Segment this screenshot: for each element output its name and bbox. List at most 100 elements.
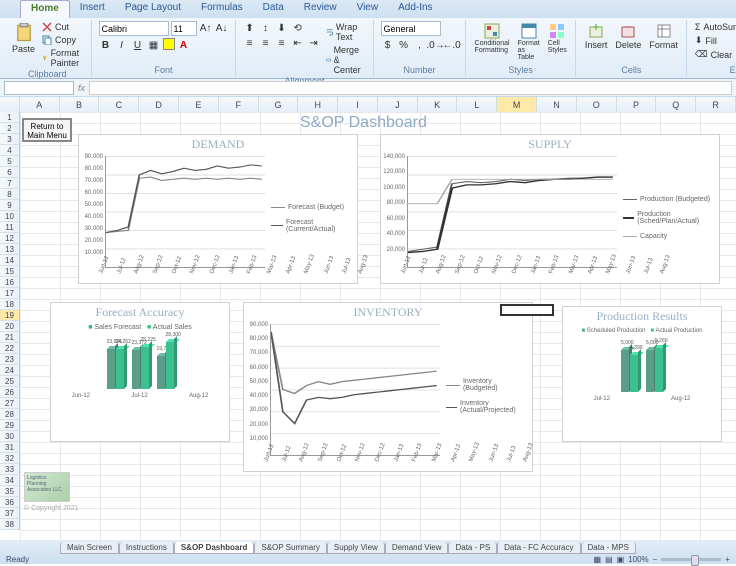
align-center-button[interactable]: ≡ [259, 36, 273, 50]
row-header-2[interactable]: 2 [0, 123, 20, 134]
align-bottom-button[interactable]: ⬇ [275, 21, 289, 35]
zoom-slider[interactable] [661, 558, 721, 561]
col-header-R[interactable]: R [696, 97, 736, 112]
merge-center-button[interactable]: Merge & Center [325, 44, 367, 76]
align-left-button[interactable]: ≡ [243, 36, 257, 50]
col-header-F[interactable]: F [219, 97, 259, 112]
underline-button[interactable]: U [131, 38, 145, 52]
zoom-in-button[interactable]: + [725, 555, 730, 564]
row-header-14[interactable]: 14 [0, 255, 20, 266]
autosum-button[interactable]: Σ AutoSum [694, 21, 736, 33]
align-top-button[interactable]: ⬆ [243, 21, 257, 35]
col-header-C[interactable]: C [99, 97, 139, 112]
indent-inc-button[interactable]: ⇥ [307, 36, 321, 50]
row-header-32[interactable]: 32 [0, 453, 20, 464]
selected-cell[interactable] [500, 304, 554, 316]
sheet-tab-data---fc-accuracy[interactable]: Data - FC Accuracy [497, 542, 580, 554]
row-header-21[interactable]: 21 [0, 332, 20, 343]
sheet-tab-main-screen[interactable]: Main Screen [60, 542, 119, 554]
indent-dec-button[interactable]: ⇤ [291, 36, 305, 50]
view-normal-button[interactable]: ▦ [594, 555, 602, 564]
row-header-36[interactable]: 36 [0, 497, 20, 508]
tab-insert[interactable]: Insert [70, 0, 115, 18]
tab-data[interactable]: Data [253, 0, 294, 18]
return-button[interactable]: Return to Main Menu [22, 118, 72, 142]
col-header-P[interactable]: P [617, 97, 657, 112]
col-header-E[interactable]: E [179, 97, 219, 112]
row-header-38[interactable]: 38 [0, 519, 20, 530]
row-header-10[interactable]: 10 [0, 211, 20, 222]
format-table-button[interactable]: Format as Table [516, 21, 542, 63]
sheet-tab-data---ps[interactable]: Data - PS [448, 542, 497, 554]
row-header-37[interactable]: 37 [0, 508, 20, 519]
paste-button[interactable]: Paste [10, 21, 37, 56]
fill-color-button[interactable] [163, 38, 175, 50]
sheet-tab-demand-view[interactable]: Demand View [385, 542, 449, 554]
row-header-1[interactable]: 1 [0, 112, 20, 123]
row-header-11[interactable]: 11 [0, 222, 20, 233]
col-header-A[interactable]: A [20, 97, 60, 112]
number-format-select[interactable] [381, 21, 441, 36]
tab-page-layout[interactable]: Page Layout [115, 0, 191, 18]
row-header-18[interactable]: 18 [0, 299, 20, 310]
row-header-15[interactable]: 15 [0, 266, 20, 277]
format-cells-button[interactable]: Format [647, 21, 680, 52]
insert-cells-button[interactable]: Insert [583, 21, 610, 52]
row-header-24[interactable]: 24 [0, 365, 20, 376]
row-header-27[interactable]: 27 [0, 398, 20, 409]
currency-button[interactable]: $ [381, 38, 395, 52]
forecast-accuracy-chart[interactable]: Forecast Accuracy ■ Sales Forecast ■ Act… [50, 302, 230, 442]
row-header-4[interactable]: 4 [0, 145, 20, 156]
format-painter-button[interactable]: Format Painter [41, 47, 85, 69]
row-header-7[interactable]: 7 [0, 178, 20, 189]
worksheet[interactable]: Return to Main Menu S&OP Dashboard DEMAN… [20, 112, 736, 540]
sheet-tab-s-op-summary[interactable]: S&OP Summary [254, 542, 327, 554]
row-header-33[interactable]: 33 [0, 464, 20, 475]
row-header-12[interactable]: 12 [0, 233, 20, 244]
row-header-3[interactable]: 3 [0, 134, 20, 145]
cut-button[interactable]: Cut [41, 21, 85, 33]
view-break-button[interactable]: ▣ [617, 555, 625, 564]
row-header-9[interactable]: 9 [0, 200, 20, 211]
border-button[interactable]: ▦ [147, 38, 161, 52]
zoom-out-button[interactable]: − [653, 555, 658, 564]
col-header-K[interactable]: K [418, 97, 458, 112]
row-header-19[interactable]: 19 [0, 310, 20, 321]
row-header-34[interactable]: 34 [0, 475, 20, 486]
row-header-28[interactable]: 28 [0, 409, 20, 420]
row-header-26[interactable]: 26 [0, 387, 20, 398]
col-header-N[interactable]: N [537, 97, 577, 112]
supply-chart[interactable]: SUPPLY 140,000120,000100,00080,00060,000… [380, 134, 720, 284]
col-header-J[interactable]: J [378, 97, 418, 112]
tab-home[interactable]: Home [20, 0, 70, 18]
tab-formulas[interactable]: Formulas [191, 0, 253, 18]
col-header-Q[interactable]: Q [656, 97, 696, 112]
align-right-button[interactable]: ≡ [275, 36, 289, 50]
col-header-I[interactable]: I [338, 97, 378, 112]
row-header-35[interactable]: 35 [0, 486, 20, 497]
tab-view[interactable]: View [347, 0, 389, 18]
sheet-tab-data---mps[interactable]: Data - MPS [581, 542, 636, 554]
align-middle-button[interactable]: ↕ [259, 21, 273, 35]
row-header-22[interactable]: 22 [0, 343, 20, 354]
font-color-button[interactable]: A [177, 38, 191, 52]
row-header-25[interactable]: 25 [0, 376, 20, 387]
row-header-30[interactable]: 30 [0, 431, 20, 442]
percent-button[interactable]: % [397, 38, 411, 52]
copy-button[interactable]: Copy [41, 34, 85, 46]
col-header-M[interactable]: M [497, 97, 537, 112]
row-header-16[interactable]: 16 [0, 277, 20, 288]
col-header-B[interactable]: B [60, 97, 100, 112]
select-all-corner[interactable] [0, 97, 20, 112]
comma-button[interactable]: , [413, 38, 427, 52]
row-header-20[interactable]: 20 [0, 321, 20, 332]
demand-chart[interactable]: DEMAND 90,00080,00070,00060,00050,00040,… [78, 134, 358, 284]
row-header-6[interactable]: 6 [0, 167, 20, 178]
production-results-chart[interactable]: Production Results ■ Scheduled Productio… [562, 306, 722, 442]
inc-decimal-button[interactable]: .0→ [429, 38, 443, 52]
clear-button[interactable]: ⌫ Clear [694, 48, 736, 61]
row-header-17[interactable]: 17 [0, 288, 20, 299]
font-name-select[interactable] [99, 21, 169, 36]
inventory-chart[interactable]: INVENTORY 90,00080,00070,00060,00050,000… [243, 302, 533, 472]
bold-button[interactable]: B [99, 38, 113, 52]
